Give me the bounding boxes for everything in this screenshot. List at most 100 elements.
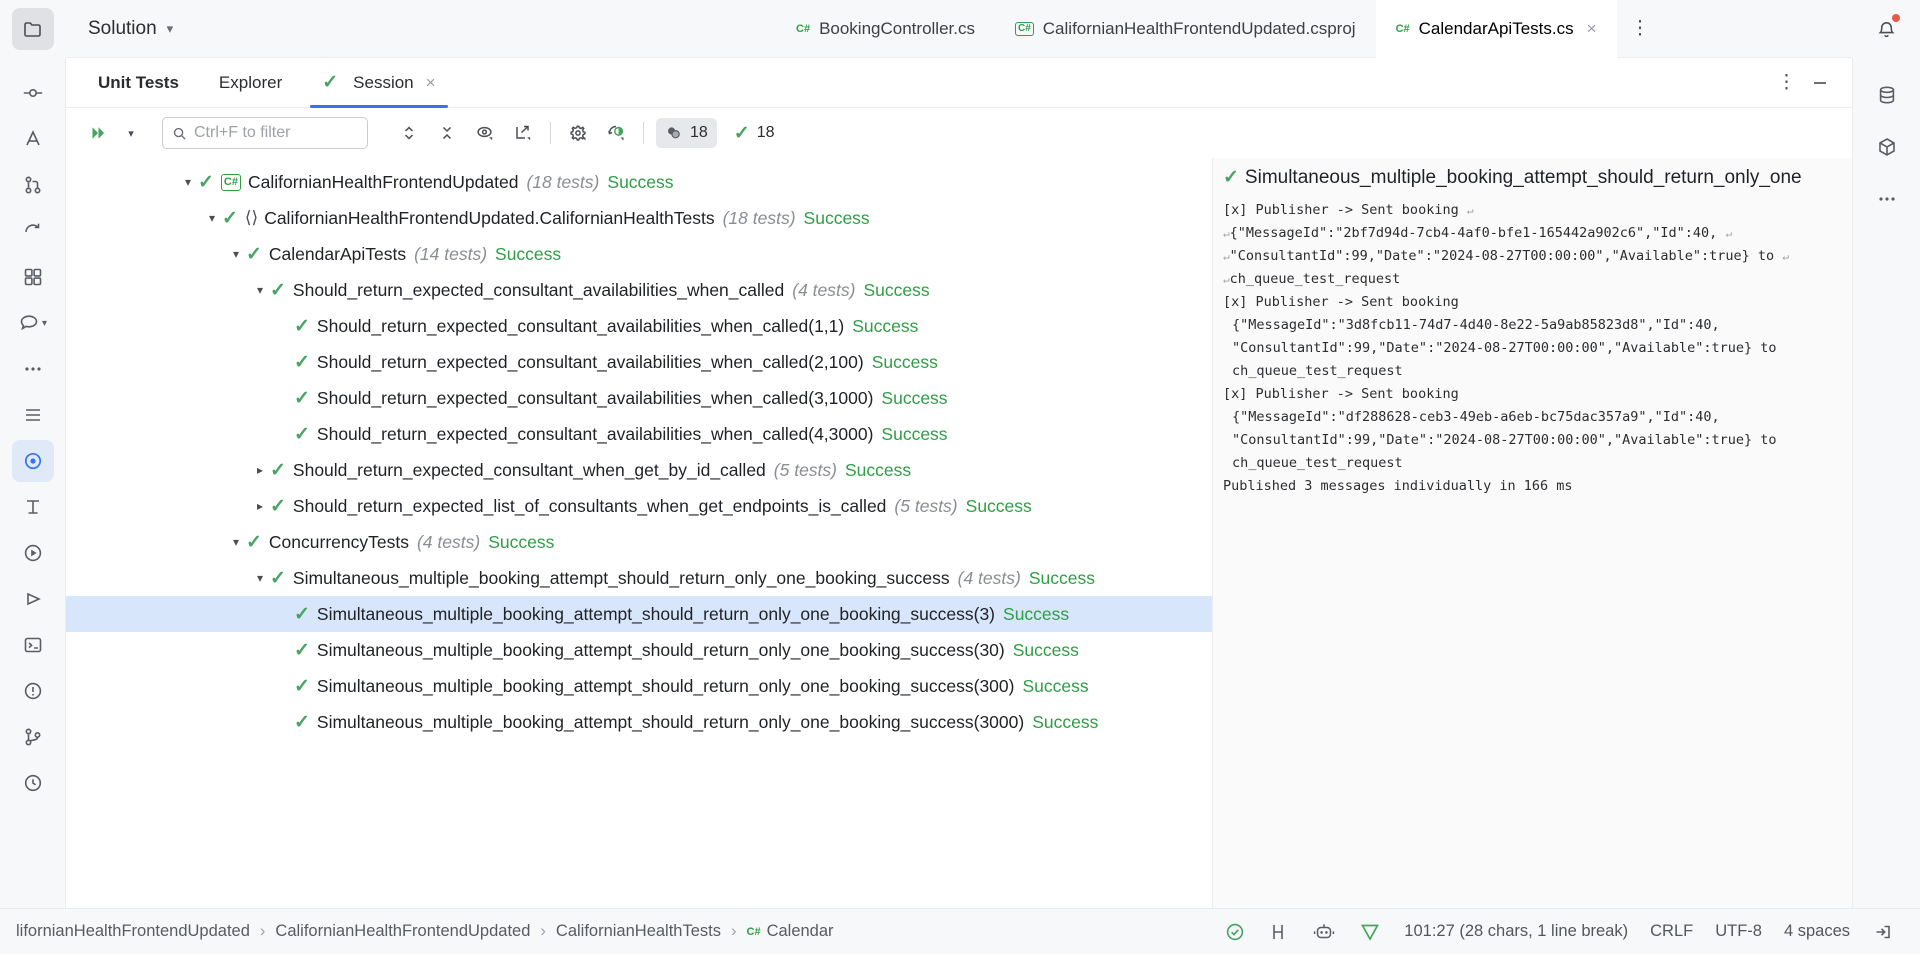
version-control-icon[interactable] xyxy=(12,716,54,758)
more-tool-windows-icon[interactable] xyxy=(1866,178,1908,220)
caret-position[interactable]: 101:27 (28 chars, 1 line break) xyxy=(1404,922,1628,941)
line-separator[interactable]: CRLF xyxy=(1650,922,1693,941)
chevron-right-icon[interactable]: ▸ xyxy=(250,463,270,477)
table-row[interactable]: ▾ ✓ Simultaneous_multiple_booking_attemp… xyxy=(66,596,1212,632)
table-row[interactable]: ▾ ✓ Should_return_expected_consultant_av… xyxy=(66,416,1212,452)
more-icon[interactable] xyxy=(12,348,54,390)
table-row[interactable]: ▾ ✓ Simultaneous_multiple_booking_attemp… xyxy=(66,632,1212,668)
badge-passed-tests[interactable]: ✓ 18 xyxy=(725,118,784,148)
test-count: (5 tests) xyxy=(773,459,837,480)
chevron-down-icon[interactable]: ▾ xyxy=(167,21,174,37)
tab-session[interactable]: ✓ Session × xyxy=(302,58,455,108)
chevron-down-icon[interactable]: ▾ xyxy=(116,118,146,148)
refactor-icon[interactable] xyxy=(12,210,54,252)
coverage-icon[interactable] xyxy=(601,118,631,148)
editor-tab-1[interactable]: C# CalifornianHealthFrontendUpdated.cspr… xyxy=(995,0,1376,58)
breadcrumb-2[interactable]: CalifornianHealthTests xyxy=(556,922,721,941)
test-output-pane[interactable]: ✓ Simultaneous_multiple_booking_attempt_… xyxy=(1212,158,1852,908)
todo-icon[interactable] xyxy=(12,394,54,436)
output-title: ✓ Simultaneous_multiple_booking_attempt_… xyxy=(1223,166,1852,189)
check-icon: ✓ xyxy=(294,711,310,733)
close-icon[interactable]: × xyxy=(426,73,436,93)
nuget-icon[interactable] xyxy=(1866,126,1908,168)
structure-icon[interactable] xyxy=(12,486,54,528)
project-folder-icon[interactable] xyxy=(12,8,54,50)
more-vertical-icon[interactable]: ⋮ xyxy=(1617,17,1665,40)
breadcrumb-1[interactable]: CalifornianHealthFrontendUpdated xyxy=(275,922,530,941)
plugins-icon[interactable] xyxy=(12,256,54,298)
resharper-icon[interactable] xyxy=(1358,921,1382,943)
table-row[interactable]: ▾ ✓ ⟨⟩ CalifornianHealthFrontendUpdated.… xyxy=(66,200,1212,236)
chat-icon[interactable]: ▾ xyxy=(12,302,54,344)
table-row[interactable]: ▸ ✓ Should_return_expected_list_of_consu… xyxy=(66,488,1212,524)
csharp-icon: C# xyxy=(746,925,761,938)
wrap-marker: ↵ xyxy=(1466,204,1474,217)
code-vision-icon[interactable] xyxy=(1268,921,1290,943)
editor-tab-0[interactable]: C# BookingController.cs xyxy=(776,0,995,58)
chevron-down-icon[interactable]: ▾ xyxy=(202,211,222,225)
table-row[interactable]: ▾ ✓ CalendarApiTests (14 tests) Success xyxy=(66,236,1212,272)
inspections-ok-icon[interactable] xyxy=(1224,921,1246,943)
solution-header[interactable]: Solution ▾ xyxy=(66,0,762,58)
run-all-icon[interactable] xyxy=(84,118,114,148)
test-tree: ▾ ✓ C# CalifornianHealthFrontendUpdated … xyxy=(66,158,1212,908)
table-row[interactable]: ▾ ✓ C# CalifornianHealthFrontendUpdated … xyxy=(66,164,1212,200)
table-row[interactable]: ▾ ✓ Should_return_expected_consultant_av… xyxy=(66,380,1212,416)
debug-icon[interactable] xyxy=(12,578,54,620)
expand-collapse-icon[interactable] xyxy=(394,118,424,148)
pull-requests-icon[interactable] xyxy=(12,164,54,206)
indent-setting[interactable]: 4 spaces xyxy=(1784,922,1850,941)
logout-icon[interactable] xyxy=(1872,921,1894,943)
breadcrumb-0[interactable]: lifornianHealthFrontendUpdated xyxy=(16,922,250,941)
terminal-icon[interactable] xyxy=(12,624,54,666)
badge-total-tests[interactable]: 18 xyxy=(656,118,717,148)
commit-icon[interactable] xyxy=(12,72,54,114)
table-row[interactable]: ▾ ✓ Should_return_expected_consultant_av… xyxy=(66,272,1212,308)
gear-icon[interactable] xyxy=(563,118,593,148)
table-row[interactable]: ▾ ✓ Should_return_expected_consultant_av… xyxy=(66,308,1212,344)
test-name: Should_return_expected_consultant_when_g… xyxy=(292,459,766,480)
notifications-icon[interactable] xyxy=(1865,8,1907,50)
problems-icon[interactable] xyxy=(12,670,54,712)
test-count: (4 tests) xyxy=(957,567,1021,588)
chevron-down-icon[interactable]: ▾ xyxy=(178,175,198,189)
check-icon: ✓ xyxy=(1223,167,1239,188)
table-row[interactable]: ▸ ✓ Should_return_expected_consultant_wh… xyxy=(66,452,1212,488)
check-icon: ✓ xyxy=(322,72,339,93)
output-line: "ConsultantId":99,"Date":"2024-08-27T00:… xyxy=(1232,432,1777,448)
unit-tests-icon[interactable] xyxy=(11,440,54,482)
database-icon[interactable] xyxy=(1866,74,1908,116)
chevron-down-icon[interactable]: ▾ xyxy=(226,535,246,549)
test-name: Simultaneous_multiple_booking_attempt_sh… xyxy=(292,567,950,588)
table-row[interactable]: ▾ ✓ Simultaneous_multiple_booking_attemp… xyxy=(66,668,1212,704)
editor-tab-2[interactable]: C# CalendarApiTests.cs × xyxy=(1375,0,1617,58)
chevron-down-icon[interactable]: ▾ xyxy=(250,571,270,585)
tab-explorer[interactable]: Explorer xyxy=(199,58,302,108)
minimize-icon[interactable] xyxy=(1810,73,1830,93)
database-backup-icon[interactable] xyxy=(12,762,54,804)
eye-icon[interactable] xyxy=(470,118,500,148)
ai-assistant-status-icon[interactable] xyxy=(1312,921,1336,943)
breadcrumb-separator: › xyxy=(259,922,266,940)
chevron-right-icon[interactable]: ▸ xyxy=(250,499,270,513)
chevron-down-icon[interactable]: ▾ xyxy=(250,283,270,297)
search-input[interactable]: Ctrl+F to filter xyxy=(162,117,368,149)
run-icon[interactable] xyxy=(12,532,54,574)
test-status: Success xyxy=(871,351,938,372)
test-status: Success xyxy=(1022,675,1089,696)
more-vertical-icon[interactable]: ⋮ xyxy=(1777,71,1796,94)
table-row[interactable]: ▾ ✓ ConcurrencyTests (4 tests) Success xyxy=(66,524,1212,560)
close-icon[interactable]: × xyxy=(1587,19,1597,39)
table-row[interactable]: ▾ ✓ Should_return_expected_consultant_av… xyxy=(66,344,1212,380)
table-row[interactable]: ▾ ✓ Simultaneous_multiple_booking_attemp… xyxy=(66,704,1212,740)
ai-assistant-icon[interactable] xyxy=(12,118,54,160)
check-icon: ✓ xyxy=(198,171,214,193)
collapse-all-icon[interactable] xyxy=(432,118,462,148)
table-row[interactable]: ▾ ✓ Simultaneous_multiple_booking_attemp… xyxy=(66,560,1212,596)
chevron-down-icon[interactable]: ▾ xyxy=(226,247,246,261)
tab-unit-tests[interactable]: Unit Tests xyxy=(78,58,199,108)
breadcrumb-3[interactable]: Calendar xyxy=(767,922,834,941)
export-icon[interactable] xyxy=(508,118,538,148)
test-status: Success xyxy=(1032,711,1099,732)
encoding[interactable]: UTF-8 xyxy=(1715,922,1762,941)
